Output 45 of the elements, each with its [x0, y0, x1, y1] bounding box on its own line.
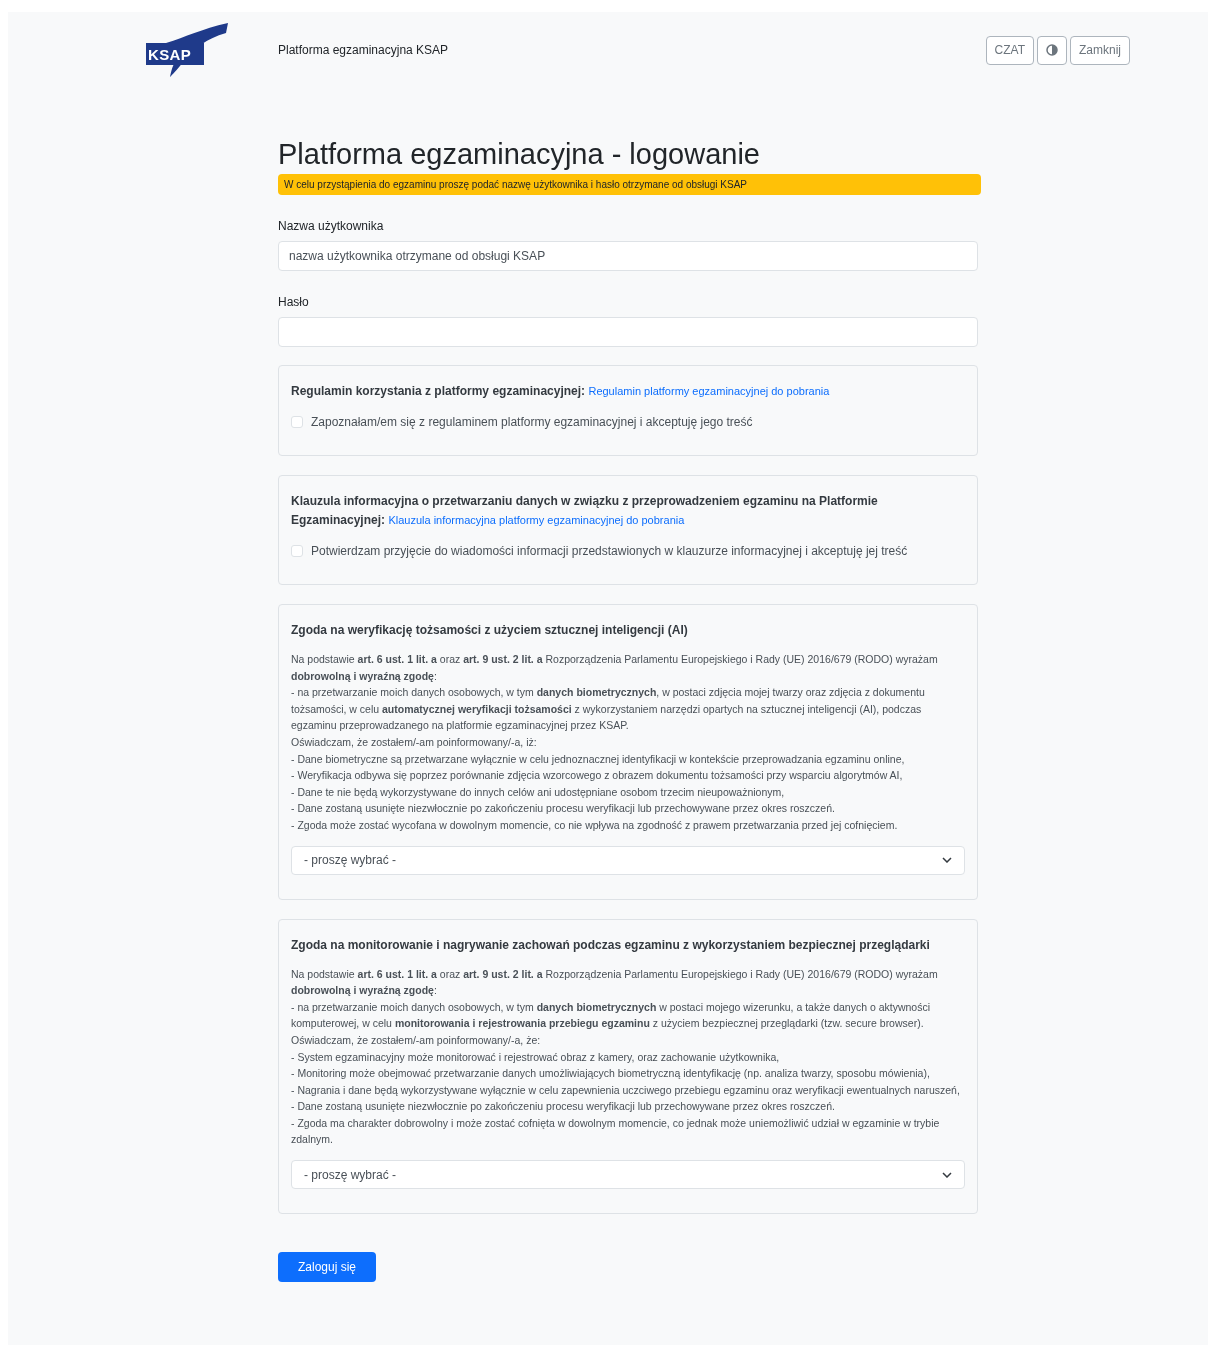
consent-text: Na podstawie art. 6 ust. 1 lit. a oraz art. 9 ust. 2 lit. a Rozporządzenia Parlamentu Europejskiego i Rady (UE) 2016/679 (RODO) wyrażam dobrowolną i wyraźną zgodę:: [291, 966, 939, 999]
header-button[interactable]: Zamknij: [1070, 35, 1130, 65]
checkbox[interactable]: [291, 545, 303, 557]
select-value: - proszę wybrać -: [304, 1166, 397, 1184]
consent-text: - Zgoda może zostać wycofana w dowolnym momencie, co nie wpływa na zgodność z prawem przetwarzania przed jej cofnięciem.: [291, 817, 899, 833]
field-label: Nazwa użytkownika: [278, 218, 385, 235]
consent-text: - Dane zostaną usunięte niezwłocznie po zakończeniu procesu weryfikacji lub przechowywane przez okres roszczeń.: [291, 1099, 836, 1115]
consent-text: - Weryfikacja odbywa się poprzez porównanie zdjęcia wzorcowego z obrazem dokumentu tożsamości przy wsparciu algorytmów AI,: [291, 768, 904, 784]
consent-text: - Nagrania i dane będą wykorzystywane wyłącznie w celu zapewnienia uczciwego przebiegu egzaminu oraz weryfikacji ewentualnych naruszeń,: [291, 1082, 961, 1098]
consent-text: - Monitoring może obejmować przetwarzanie danych umożliwiających biometryczną identyfikację (np. analiza twarzy, sposobu mówienia),: [291, 1066, 931, 1082]
select-value: - proszę wybrać -: [304, 852, 397, 870]
section-title: Klauzula informacyjna o przetwarzaniu danych w związku z przeprowadzeniem egzaminu na Platformie Egzaminacyjnej: Klauzula informacyjna platformy egzaminacyjnej do pobrania: [291, 493, 879, 529]
login-button[interactable]: Zaloguj się: [278, 1252, 377, 1283]
chevron-down-icon: [942, 1171, 952, 1178]
logo-text: KSAP: [148, 45, 192, 65]
section-title: Zgoda na monitorowanie i nagrywanie zachowań podczas egzaminu z wykorzystaniem bezpiecznej przeglądarki: [291, 936, 931, 954]
contrast-button[interactable]: [1037, 35, 1067, 65]
section-title: Regulamin korzystania z platformy egzaminacyjnej: Regulamin platformy egzaminacyjnej do pobrania: [291, 383, 831, 400]
field-label: Hasło: [278, 294, 310, 311]
consent-text: - Dane te nie będą wykorzystywane do innych celów ani udostępniane osobom trzecim nieupoważnionym,: [291, 784, 786, 800]
info-alert: W celu przystąpienia do egzaminu proszę podać nazwę użytkownika i hasło otrzymane od obsługi KSAP: [278, 174, 981, 195]
consent-text: Na podstawie art. 6 ust. 1 lit. a oraz art. 9 ust. 2 lit. a Rozporządzenia Parlamentu Europejskiego i Rady (UE) 2016/679 (RODO) wyrażam dobrowolną i wyraźną zgodę:: [291, 652, 939, 684]
checkbox[interactable]: [291, 416, 303, 428]
page-heading: Platforma egzaminacyjna - logowanie: [278, 137, 761, 172]
checkbox-label: Zapoznałam/em się z regulaminem platformy egzaminacyjnej i akceptuję jego treść: [311, 414, 753, 431]
consent-text: - Dane biometryczne są przetwarzane wyłącznie w celu jednoznacznej identyfikacji w kontekście przeprowadzania egzaminu online,: [291, 751, 906, 767]
contrast-icon: [1046, 44, 1058, 56]
download-link[interactable]: Klauzula informacyjna platformy egzaminacyjnej do pobrania: [388, 514, 685, 526]
consent-select[interactable]: - proszę wybrać -: [291, 845, 965, 875]
download-link[interactable]: Regulamin platformy egzaminacyjnej do pobrania: [588, 385, 830, 397]
consent-text: - System egzaminacyjny może monitorować i rejestrować obraz z kamery, oraz zachowanie użytkownika,: [291, 1049, 781, 1065]
section-title: Zgoda na weryfikację tożsamości z użyciem sztucznej inteligencji (AI): [291, 622, 689, 639]
consent-text: Oświadczam, że zostałem/-am poinformowany/-a, iż:: [291, 734, 538, 750]
input-field[interactable]: nazwa użytkownika otrzymane od obsługi KSAP: [278, 241, 978, 271]
consent-text: - Dane zostaną usunięte niezwłocznie po zakończeniu procesu weryfikacji lub przechowywane przez okres roszczeń.: [291, 801, 836, 817]
consent-text: Oświadczam, że zostałem/-am poinformowany/-a, że:: [291, 1032, 542, 1048]
consent-text: - na przetwarzanie moich danych osobowych, w tym danych biometrycznych w postaci mojego wizerunku, a także danych o aktywności komputerowej, w celu monitorowania i rejestrowania przebiegu egzaminu z użyciem bezpiecznej przeglądarki (tzw. secure browser).: [291, 999, 932, 1032]
checkbox-label: Potwierdzam przyjęcie do wiadomości informacji przedstawionych w klauzurze informacyjnej i akceptuję jej treść: [311, 543, 908, 560]
chevron-down-icon: [942, 857, 952, 864]
header-button[interactable]: CZAT: [985, 35, 1034, 65]
consent-text: - Zgoda ma charakter dobrowolny i może zostać cofnięta w dowolnym momencie, co jednak może uniemożliwić udział w egzaminie w trybie zdalnym.: [291, 1115, 941, 1148]
consent-select[interactable]: - proszę wybrać -: [291, 1160, 965, 1190]
consent-text: - na przetwarzanie moich danych osobowych, w tym danych biometrycznych, w postaci zdjęcia mojej twarzy oraz zdjęcia z dokumentu tożsamości, w celu automatycznej weryfikacji tożsamości z wykorzystaniem narzędzi opartych na sztucznej inteligencji (AI), podczas egzaminu przeprowadzanego na platformie egzaminacyjnej przez KSAP.: [291, 685, 926, 734]
site-title: Platforma egzaminacyjna KSAP: [278, 42, 449, 59]
input-field[interactable]: [278, 317, 978, 347]
